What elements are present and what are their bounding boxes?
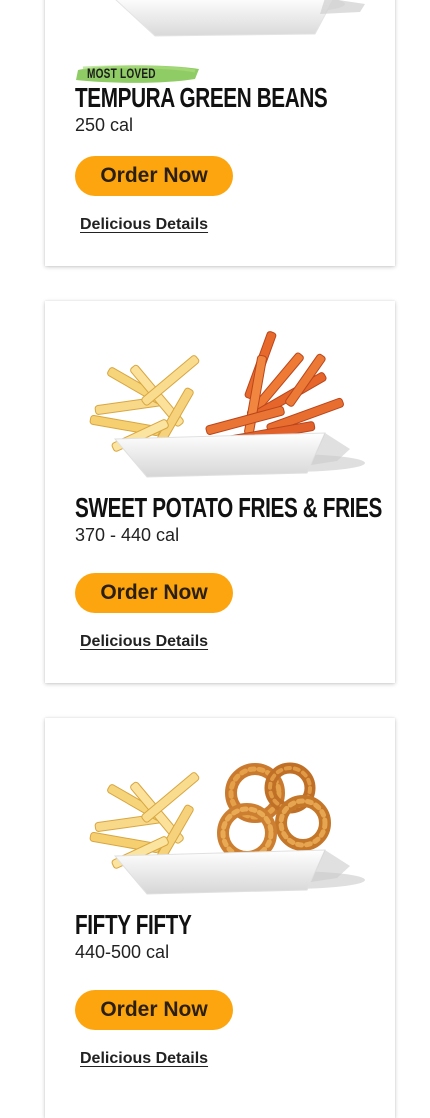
green-beans-tray-image[interactable] bbox=[75, 0, 365, 54]
item-calories: 440-500 cal bbox=[75, 942, 170, 962]
item-calories: 250 cal bbox=[75, 115, 134, 135]
order-now-button[interactable]: Order Now bbox=[75, 156, 233, 196]
menu-item-card-tempura-green-beans: MOST LOVED TEMPURA GREEN BEANS 250 cal O… bbox=[45, 0, 395, 266]
order-now-button[interactable]: Order Now bbox=[75, 990, 233, 1030]
item-title: SWEET POTATO FRIES & FRIES bbox=[75, 492, 382, 523]
item-calories: 370 - 440 cal bbox=[75, 525, 180, 545]
item-title: TEMPURA GREEN BEANS bbox=[75, 82, 328, 113]
order-now-button[interactable]: Order Now bbox=[75, 573, 233, 613]
delicious-details-link[interactable]: Delicious Details bbox=[80, 633, 208, 651]
menu-item-card-sweet-potato-fries: SWEET POTATO FRIES & FRIES 370 - 440 cal… bbox=[45, 301, 395, 683]
sweet-potato-fries-and-fries-image[interactable] bbox=[75, 321, 365, 481]
fries-and-onion-rings-image[interactable] bbox=[75, 738, 365, 898]
item-title: FIFTY FIFTY bbox=[75, 909, 192, 940]
menu-item-card-fifty-fifty: FIFTY FIFTY 440-500 cal Order Now Delici… bbox=[45, 718, 395, 1118]
delicious-details-link[interactable]: Delicious Details bbox=[80, 216, 208, 234]
delicious-details-link[interactable]: Delicious Details bbox=[80, 1050, 208, 1068]
